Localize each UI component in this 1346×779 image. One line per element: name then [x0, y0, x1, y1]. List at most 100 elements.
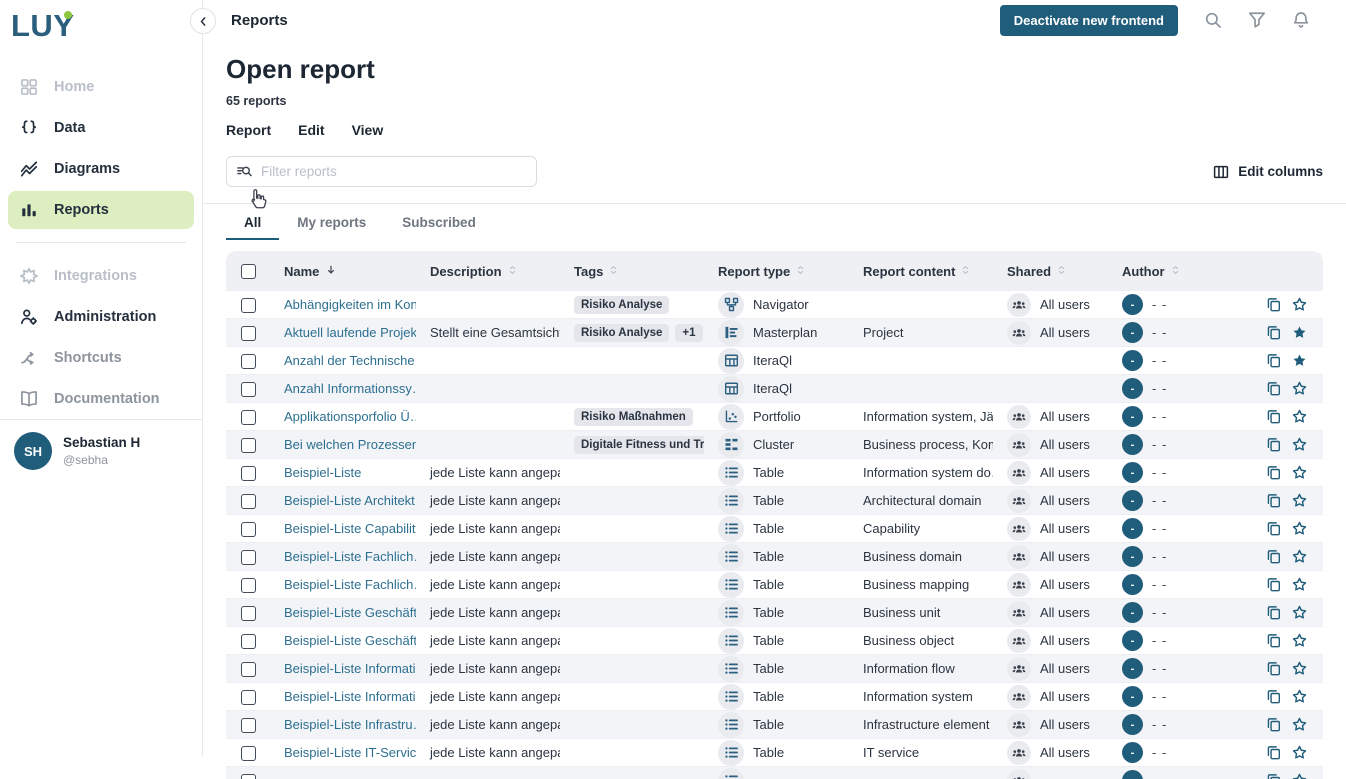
row-checkbox[interactable] [241, 410, 256, 425]
copy-report-button[interactable] [1266, 689, 1281, 704]
report-name-link[interactable]: Beispiel-Liste Infrastru… [284, 717, 416, 732]
row-checkbox[interactable] [241, 494, 256, 509]
row-checkbox[interactable] [241, 550, 256, 565]
table-row[interactable]: Abhängigkeiten im Kon…Risiko AnalyseNavi… [226, 291, 1323, 319]
row-checkbox[interactable] [241, 690, 256, 705]
table-row[interactable]: Beispiel-Liste Infrastru…jede Liste kann… [226, 711, 1323, 739]
table-row[interactable]: Beispiel-Liste IT-Servic…jede Liste kann… [226, 739, 1323, 767]
copy-report-button[interactable] [1266, 745, 1281, 760]
menu-edit[interactable]: Edit [298, 122, 324, 138]
table-row[interactable]: Bei welchen Prozessen…Digitale Fitness u… [226, 431, 1323, 459]
menu-report[interactable]: Report [226, 122, 271, 138]
row-checkbox[interactable] [241, 578, 256, 593]
tab-subscribed[interactable]: Subscribed [384, 204, 494, 240]
sidebar-item-home[interactable]: Home [8, 68, 194, 106]
copy-report-button[interactable] [1266, 381, 1281, 396]
report-name-link[interactable]: Abhängigkeiten im Kon… [284, 297, 416, 312]
row-checkbox[interactable] [241, 522, 256, 537]
report-name-link[interactable]: Applikationsporfolio Ü… [284, 409, 416, 424]
report-name-link[interactable]: Beispiel-Liste Fachlich… [284, 549, 416, 564]
copy-report-button[interactable] [1266, 661, 1281, 676]
search-button[interactable] [1204, 11, 1222, 29]
report-name-link[interactable]: Beispiel-Liste Geschäft… [284, 605, 416, 620]
user-block[interactable]: SH Sebastian H @sebha [0, 419, 202, 482]
menu-view[interactable]: View [352, 122, 384, 138]
row-checkbox[interactable] [241, 774, 256, 779]
copy-report-button[interactable] [1266, 437, 1281, 452]
table-row[interactable]: Beispiel-Liste Informati…jede Liste kann… [226, 655, 1323, 683]
favorite-star-button[interactable] [1292, 661, 1307, 676]
table-row[interactable]: Beispiel-Listejede Liste kann angepa…Tab… [226, 459, 1323, 487]
report-name-link[interactable]: Beispiel-Liste Informati… [284, 689, 416, 704]
table-row[interactable]: Anzahl der Technische…IteraQl-- - [226, 347, 1323, 375]
favorite-star-button[interactable] [1292, 745, 1307, 760]
copy-report-button[interactable] [1266, 465, 1281, 480]
tab-my-reports[interactable]: My reports [279, 204, 384, 240]
table-row[interactable]: Beispiel-Liste Fachlich…jede Liste kann … [226, 571, 1323, 599]
favorite-star-button[interactable] [1292, 549, 1307, 564]
report-name-link[interactable]: Aktuell laufende Projek… [284, 325, 416, 340]
copy-report-button[interactable] [1266, 549, 1281, 564]
column-header-tags[interactable]: Tags [560, 251, 704, 291]
table-row[interactable]: Beispiel-Liste Architekt…jede Liste kann… [226, 487, 1323, 515]
report-name-link[interactable]: Bei welchen Prozessen… [284, 437, 416, 452]
select-all-checkbox[interactable] [241, 264, 256, 279]
deactivate-frontend-button[interactable]: Deactivate new frontend [1000, 5, 1178, 36]
favorite-star-button[interactable] [1292, 381, 1307, 396]
table-row[interactable]: Beispiel-Liste Capabilityjede Liste kann… [226, 515, 1323, 543]
report-name-link[interactable]: Beispiel-Liste Informati… [284, 661, 416, 676]
copy-report-button[interactable] [1266, 493, 1281, 508]
table-row[interactable]: Beispiel-Liste Fachlich…jede Liste kann … [226, 543, 1323, 571]
report-name-link[interactable]: Beispiel-Liste Fachlich… [284, 577, 416, 592]
row-checkbox[interactable] [241, 606, 256, 621]
row-checkbox[interactable] [241, 438, 256, 453]
favorite-star-button[interactable] [1292, 577, 1307, 592]
notifications-button[interactable] [1292, 11, 1310, 29]
sidebar-item-diagrams[interactable]: Diagrams [8, 150, 194, 188]
row-checkbox[interactable] [241, 382, 256, 397]
tab-all[interactable]: All [226, 204, 279, 240]
copy-report-button[interactable] [1266, 325, 1281, 340]
favorite-star-button[interactable] [1292, 717, 1307, 732]
report-name-link[interactable]: Beispiel-Liste [284, 465, 361, 480]
favorite-star-button[interactable] [1292, 325, 1307, 340]
luy-logo[interactable]: LUY [11, 8, 81, 44]
favorite-star-button[interactable] [1292, 521, 1307, 536]
select-all-checkbox-header[interactable] [226, 251, 270, 291]
column-header-description[interactable]: Description [416, 251, 560, 291]
row-checkbox[interactable] [241, 354, 256, 369]
table-row[interactable]: Beispiel-Liste Geschäft…jede Liste kann … [226, 599, 1323, 627]
favorite-star-button[interactable] [1292, 493, 1307, 508]
sidebar-item-documentation[interactable]: Documentation [8, 380, 194, 418]
row-checkbox[interactable] [241, 326, 256, 341]
table-row[interactable]: Beispiel-Liste Geschäft…jede Liste kann … [226, 627, 1323, 655]
report-name-link[interactable]: Anzahl Informationssy… [284, 381, 416, 396]
table-row[interactable]: Applikationsporfolio Ü…Risiko MaßnahmenP… [226, 403, 1323, 431]
column-header-report-type[interactable]: Report type [704, 251, 849, 291]
copy-report-button[interactable] [1266, 297, 1281, 312]
row-checkbox[interactable] [241, 718, 256, 733]
copy-report-button[interactable] [1266, 353, 1281, 368]
column-header-name[interactable]: Name [270, 251, 416, 291]
report-name-link[interactable]: Beispiel-Liste Architekt… [284, 493, 416, 508]
copy-report-button[interactable] [1266, 605, 1281, 620]
row-checkbox[interactable] [241, 746, 256, 761]
report-name-link[interactable]: Beispiel-Liste Geschäft… [284, 633, 416, 648]
copy-report-button[interactable] [1266, 409, 1281, 424]
copy-report-button[interactable] [1266, 773, 1281, 779]
sidebar-item-reports[interactable]: Reports [8, 191, 194, 229]
column-header-report-content[interactable]: Report content [849, 251, 993, 291]
copy-report-button[interactable] [1266, 577, 1281, 592]
sidebar-item-data[interactable]: Data [8, 109, 194, 147]
favorite-star-button[interactable] [1292, 633, 1307, 648]
table-row[interactable]: Anzahl Informationssy…IteraQl-- - [226, 375, 1323, 403]
copy-report-button[interactable] [1266, 521, 1281, 536]
copy-report-button[interactable] [1266, 717, 1281, 732]
favorite-star-button[interactable] [1292, 689, 1307, 704]
report-name-link[interactable]: Beispiel-Liste IT-Servic… [284, 745, 416, 760]
favorite-star-button[interactable] [1292, 353, 1307, 368]
column-header-author[interactable]: Author [1108, 251, 1252, 291]
table-row[interactable]: Aktuell laufende Projek…Stellt eine Gesa… [226, 319, 1323, 347]
favorite-star-button[interactable] [1292, 409, 1307, 424]
sidebar-item-administration[interactable]: Administration [8, 298, 194, 336]
